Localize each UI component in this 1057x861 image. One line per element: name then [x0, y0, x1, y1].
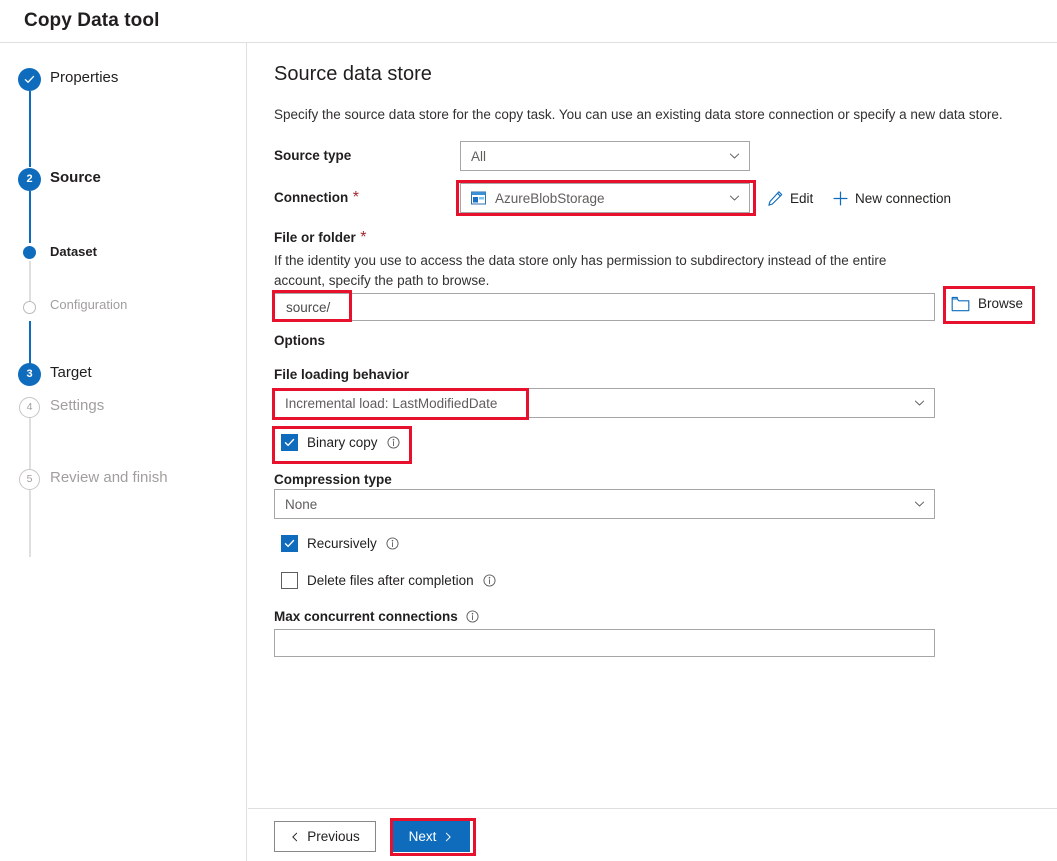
chevron-down-icon [729, 149, 740, 160]
step-number-2: 2 [18, 168, 41, 191]
hollow-dot-icon [23, 301, 36, 314]
wizard-sidebar: Properties 2 Source Dataset Configuratio… [0, 43, 247, 861]
compression-type-label: Compression type [274, 472, 392, 487]
sidebar-item-label-properties: Properties [50, 69, 119, 86]
info-icon[interactable] [466, 610, 479, 623]
sidebar-item-configuration[interactable]: Configuration [0, 296, 247, 324]
edit-connection-label: Edit [790, 191, 814, 206]
previous-label: Previous [307, 829, 360, 844]
copy-data-tool-window: Copy Data tool Properties 2 Source Datas… [0, 0, 1057, 861]
file-or-folder-help-line-1: If the identity you use to access the da… [274, 253, 887, 268]
max-concurrent-connections-label-row: Max concurrent connections [274, 609, 479, 624]
recursively-checkbox[interactable] [281, 535, 298, 552]
wizard-footer: Previous Next [248, 808, 1057, 861]
sidebar-item-review-and-finish[interactable]: 5 Review and finish [0, 468, 247, 496]
delete-files-checkbox[interactable] [281, 572, 298, 589]
file-or-folder-input[interactable]: source/ [274, 293, 935, 321]
new-connection-button[interactable]: New connection [832, 190, 951, 207]
max-concurrent-connections-label: Max concurrent connections [274, 609, 458, 624]
folder-icon [951, 295, 970, 312]
connection-label: Connection * [274, 189, 359, 206]
recursively-label: Recursively [307, 536, 377, 551]
new-connection-label: New connection [855, 191, 952, 206]
file-loading-behavior-label: File loading behavior [274, 367, 410, 382]
connection-value: AzureBlobStorage [495, 190, 605, 206]
file-loading-behavior-dropdown[interactable]: Incremental load: LastModifiedDate [274, 388, 935, 418]
next-button[interactable]: Next [392, 821, 470, 852]
sidebar-item-label-review-and-finish: Review and finish [50, 469, 168, 486]
compression-type-value: None [285, 496, 318, 512]
binary-copy-checkbox-row[interactable]: Binary copy [281, 434, 400, 451]
step-connector-properties-source [29, 91, 31, 167]
file-or-folder-label: File or folder * [274, 229, 367, 246]
source-type-dropdown[interactable]: All [460, 141, 750, 171]
chevron-down-icon [914, 396, 925, 407]
binary-copy-label: Binary copy [307, 435, 378, 450]
panel-description: Specify the source data store for the co… [274, 107, 1003, 122]
sidebar-item-label-source: Source [50, 169, 101, 186]
file-or-folder-value: source/ [286, 299, 331, 315]
sidebar-item-dataset[interactable]: Dataset [0, 241, 247, 269]
sidebar-item-target[interactable]: 3 Target [0, 363, 247, 391]
file-or-folder-help-line-2: account, specify the path to browse. [274, 273, 490, 288]
sidebar-item-label-configuration: Configuration [50, 297, 128, 312]
source-type-value: All [471, 148, 487, 164]
sidebar-item-properties[interactable]: Properties [0, 68, 247, 96]
options-heading: Options [274, 333, 325, 348]
next-label: Next [408, 829, 437, 844]
step-number-5: 5 [19, 469, 40, 490]
step-number-4: 4 [19, 397, 40, 418]
step-connector-settings-review [29, 490, 31, 557]
pencil-icon [767, 190, 784, 207]
required-marker: * [352, 189, 359, 206]
chevron-down-icon [729, 191, 740, 202]
edit-connection-button[interactable]: Edit [767, 190, 813, 207]
info-icon[interactable] [386, 537, 399, 550]
browse-button[interactable]: Browse [951, 295, 1023, 312]
connection-dropdown[interactable]: AzureBlobStorage [460, 183, 750, 213]
sidebar-item-settings[interactable]: 4 Settings [0, 396, 247, 424]
delete-files-checkbox-row[interactable]: Delete files after completion [281, 572, 496, 589]
panel-heading: Source data store [274, 63, 432, 85]
step-number-3: 3 [18, 363, 41, 386]
azure-blob-storage-icon [471, 191, 486, 205]
recursively-checkbox-row[interactable]: Recursively [281, 535, 399, 552]
delete-files-label: Delete files after completion [307, 573, 474, 588]
browse-label: Browse [978, 296, 1024, 311]
sidebar-item-source[interactable]: 2 Source [0, 168, 247, 196]
source-data-store-panel: Source data store Specify the source dat… [248, 43, 1057, 861]
window-titlebar: Copy Data tool [0, 0, 1057, 43]
chevron-right-icon [443, 832, 453, 842]
required-marker: * [360, 229, 367, 246]
step-connector-source-dataset [29, 191, 31, 243]
compression-type-dropdown[interactable]: None [274, 489, 935, 519]
info-icon[interactable] [483, 574, 496, 587]
check-icon [18, 68, 41, 91]
binary-copy-checkbox[interactable] [281, 434, 298, 451]
chevron-left-icon [290, 832, 300, 842]
sidebar-item-label-settings: Settings [50, 397, 105, 414]
dot-icon [23, 246, 36, 259]
sidebar-item-label-target: Target [50, 364, 92, 381]
info-icon[interactable] [387, 436, 400, 449]
sidebar-item-label-dataset: Dataset [50, 244, 97, 259]
previous-button[interactable]: Previous [274, 821, 376, 852]
chevron-down-icon [914, 497, 925, 508]
max-concurrent-connections-input[interactable] [274, 629, 935, 657]
source-type-label: Source type [274, 148, 352, 163]
page-title: Copy Data tool [24, 10, 160, 31]
file-loading-behavior-value: Incremental load: LastModifiedDate [285, 395, 498, 411]
plus-icon [832, 190, 849, 207]
